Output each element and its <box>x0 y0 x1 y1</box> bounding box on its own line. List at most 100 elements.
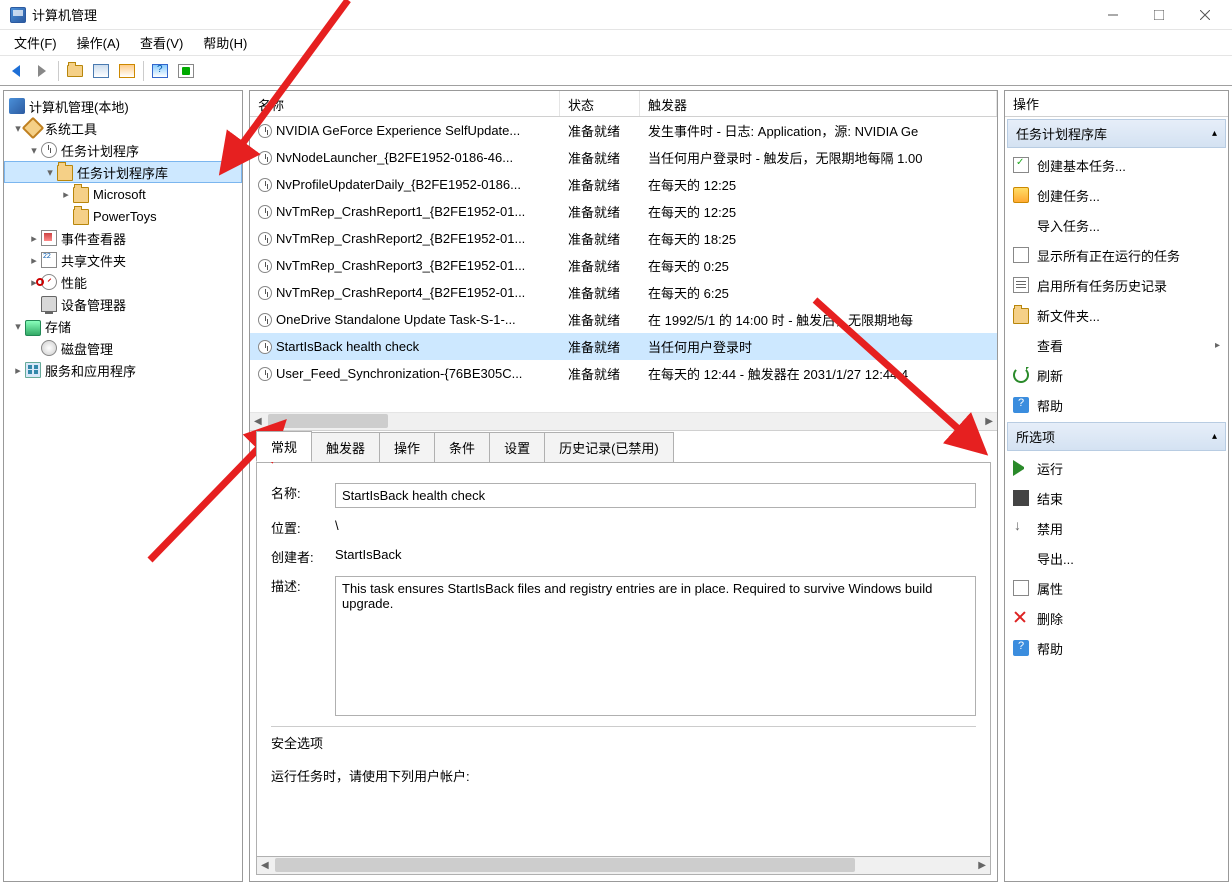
action-export[interactable]: 导出... <box>1005 543 1228 573</box>
open-icon[interactable] <box>63 59 87 83</box>
tree-performance[interactable]: ▸性能 <box>4 271 242 293</box>
maximize-button[interactable] <box>1136 0 1182 30</box>
tab-settings[interactable]: 设置 <box>489 432 545 462</box>
task-row[interactable]: NvTmRep_CrashReport3_{B2FE1952-01...准备就绪… <box>250 252 997 279</box>
tree-system-tools[interactable]: ▾系统工具 <box>4 117 242 139</box>
actions-section-selected[interactable]: 所选项▴ <box>1007 422 1226 451</box>
task-icon <box>258 367 272 381</box>
task-icon <box>258 151 272 165</box>
action-create-task[interactable]: 创建任务... <box>1005 180 1228 210</box>
tree-powertoys[interactable]: PowerToys <box>4 205 242 227</box>
detail-horizontal-scrollbar[interactable]: ◀▶ <box>256 857 991 875</box>
refresh-icon <box>1013 367 1029 383</box>
security-header: 安全选项 <box>271 733 976 752</box>
tree-system-tools-label: 系统工具 <box>45 119 97 138</box>
task-row[interactable]: NVIDIA GeForce Experience SelfUpdate...准… <box>250 117 997 144</box>
tree-storage-label: 存储 <box>45 317 71 336</box>
tree-event-viewer-label: 事件查看器 <box>61 229 126 248</box>
view-icon <box>1013 337 1029 353</box>
task-row[interactable]: User_Feed_Synchronization-{76BE305C...准备… <box>250 360 997 387</box>
export-icon <box>1013 550 1029 566</box>
close-button[interactable] <box>1182 0 1228 30</box>
task-icon <box>258 286 272 300</box>
action-view[interactable]: 查看▸ <box>1005 330 1228 360</box>
tree-shared-folders-label: 共享文件夹 <box>61 251 126 270</box>
tree-powertoys-label: PowerToys <box>93 209 157 224</box>
menu-action[interactable]: 操作(A) <box>67 31 130 54</box>
tree-microsoft-label: Microsoft <box>93 187 146 202</box>
tree-library[interactable]: ▾任务计划程序库 <box>4 161 242 183</box>
tab-triggers[interactable]: 触发器 <box>311 432 380 462</box>
task-row[interactable]: NvTmRep_CrashReport2_{B2FE1952-01...准备就绪… <box>250 225 997 252</box>
properties-icon <box>1013 580 1029 596</box>
action-help-2[interactable]: 帮助 <box>1005 633 1228 663</box>
detail-desc-input[interactable]: This task ensures StartIsBack files and … <box>335 576 976 716</box>
action-run[interactable]: 运行 <box>1005 453 1228 483</box>
action-create-basic[interactable]: 创建基本任务... <box>1005 150 1228 180</box>
help-icon <box>1013 397 1029 413</box>
forward-button[interactable] <box>30 59 54 83</box>
task-row[interactable]: OneDrive Standalone Update Task-S-1-...准… <box>250 306 997 333</box>
toolbar-btn-2[interactable] <box>89 59 113 83</box>
tree-event-viewer[interactable]: ▸事件查看器 <box>4 227 242 249</box>
action-disable[interactable]: 禁用 <box>1005 513 1228 543</box>
action-import-task[interactable]: 导入任务... <box>1005 210 1228 240</box>
tab-actions[interactable]: 操作 <box>379 432 435 462</box>
tree-microsoft[interactable]: ▸Microsoft <box>4 183 242 205</box>
task-row[interactable]: NvTmRep_CrashReport4_{B2FE1952-01...准备就绪… <box>250 279 997 306</box>
create-basic-icon <box>1013 157 1029 173</box>
menu-file[interactable]: 文件(F) <box>4 31 67 54</box>
toolbar-btn-5[interactable] <box>174 59 198 83</box>
window-title: 计算机管理 <box>32 5 1090 24</box>
action-show-running[interactable]: 显示所有正在运行的任务 <box>1005 240 1228 270</box>
actions-section-library[interactable]: 任务计划程序库▴ <box>1007 119 1226 148</box>
tree-storage[interactable]: ▾存储 <box>4 315 242 337</box>
app-icon <box>10 7 26 23</box>
tab-history[interactable]: 历史记录(已禁用) <box>544 432 674 462</box>
create-task-icon <box>1013 187 1029 203</box>
help-icon[interactable] <box>148 59 172 83</box>
toolbar-btn-3[interactable] <box>115 59 139 83</box>
action-help-1[interactable]: 帮助 <box>1005 390 1228 420</box>
column-name[interactable]: 名称 <box>250 91 560 116</box>
detail-name-input[interactable]: StartIsBack health check <box>335 483 976 508</box>
tree-disk-management[interactable]: 磁盘管理 <box>4 337 242 359</box>
history-icon <box>1013 277 1029 293</box>
tab-general[interactable]: 常规 <box>256 431 312 462</box>
tree-task-scheduler[interactable]: ▾任务计划程序 <box>4 139 242 161</box>
task-row[interactable]: NvNodeLauncher_{B2FE1952-0186-46...准备就绪当… <box>250 144 997 171</box>
task-row[interactable]: NvProfileUpdaterDaily_{B2FE1952-0186...准… <box>250 171 997 198</box>
menubar: 文件(F) 操作(A) 查看(V) 帮助(H) <box>0 30 1232 56</box>
task-icon <box>258 313 272 327</box>
action-refresh[interactable]: 刷新 <box>1005 360 1228 390</box>
tree-device-manager[interactable]: 设备管理器 <box>4 293 242 315</box>
task-row[interactable]: NvTmRep_CrashReport1_{B2FE1952-01...准备就绪… <box>250 198 997 225</box>
tree-task-scheduler-label: 任务计划程序 <box>61 141 139 160</box>
titlebar: 计算机管理 <box>0 0 1232 30</box>
tree-services-apps-label: 服务和应用程序 <box>45 361 136 380</box>
back-button[interactable] <box>4 59 28 83</box>
help-icon-2 <box>1013 640 1029 656</box>
detail-location-label: 位置: <box>271 518 321 537</box>
column-trigger[interactable]: 触发器 <box>640 91 997 116</box>
task-icon <box>258 205 272 219</box>
action-enable-history[interactable]: 启用所有任务历史记录 <box>1005 270 1228 300</box>
tree-services-apps[interactable]: ▸服务和应用程序 <box>4 359 242 381</box>
center-pane: 名称 状态 触发器 NVIDIA GeForce Experience Self… <box>249 90 998 882</box>
menu-view[interactable]: 查看(V) <box>130 31 193 54</box>
tree-shared-folders[interactable]: ▸共享文件夹 <box>4 249 242 271</box>
detail-desc-label: 描述: <box>271 576 321 595</box>
column-state[interactable]: 状态 <box>560 91 640 116</box>
action-properties[interactable]: 属性 <box>1005 573 1228 603</box>
tree-root[interactable]: 计算机管理(本地) <box>4 95 242 117</box>
action-delete[interactable]: 删除 <box>1005 603 1228 633</box>
action-new-folder[interactable]: 新文件夹... <box>1005 300 1228 330</box>
minimize-button[interactable] <box>1090 0 1136 30</box>
task-icon <box>258 124 272 138</box>
task-row[interactable]: StartIsBack health check准备就绪当任何用户登录时 <box>250 333 997 360</box>
menu-help[interactable]: 帮助(H) <box>193 31 257 54</box>
horizontal-scrollbar[interactable]: ◀▶ <box>250 412 997 430</box>
tree-pane[interactable]: 计算机管理(本地) ▾系统工具 ▾任务计划程序 ▾任务计划程序库 ▸Micros… <box>3 90 243 882</box>
action-end[interactable]: 结束 <box>1005 483 1228 513</box>
tab-conditions[interactable]: 条件 <box>434 432 490 462</box>
